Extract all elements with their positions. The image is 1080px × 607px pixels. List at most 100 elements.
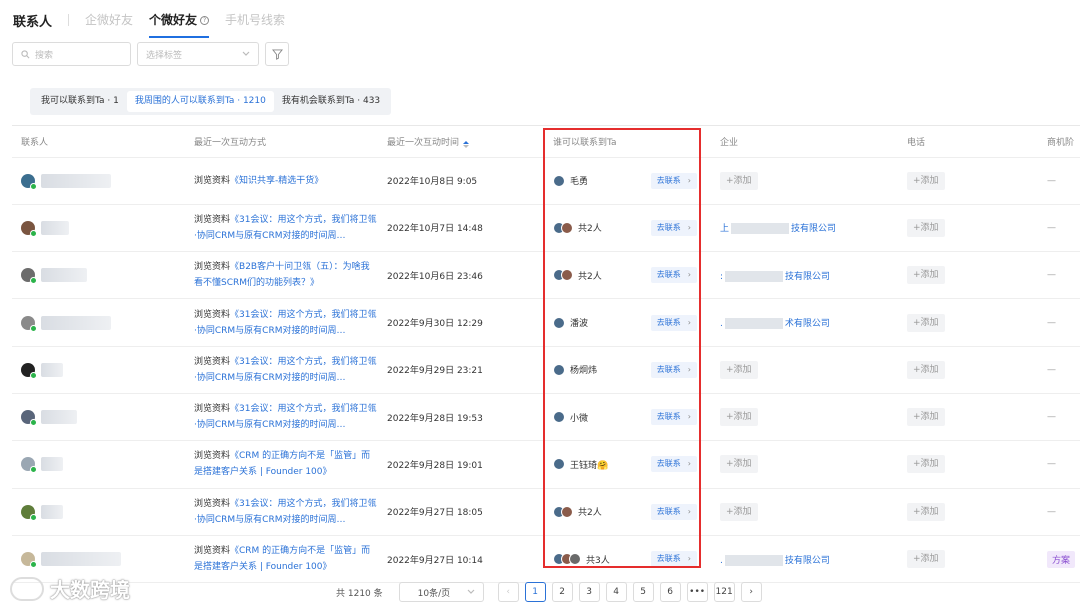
help-icon[interactable]: ? [200,16,210,25]
contact-action-button[interactable]: 去联系 [650,267,697,284]
add-company-button[interactable]: +添加 [720,171,758,190]
segment-around-me[interactable]: 我周围的人可以联系到Ta · 1210 [126,91,274,112]
table-row[interactable]: 浏览资料《31会议：用这个方式，我们将卫瓴·协同CRM与原有CRM对接的时间周…… [12,204,1080,253]
stage-empty: — [1047,364,1056,375]
page-size-select[interactable]: 10条/页 [398,582,484,602]
prev-page-button[interactable]: ‹ [497,582,519,602]
tab-wechat-friends[interactable]: 个微好友? [149,0,210,40]
chevron-down-icon [242,51,250,56]
search-input[interactable]: 搜索 [12,42,131,66]
page-ellipsis[interactable]: ••• [686,582,708,602]
contact-action-button[interactable]: 去联系 [650,314,697,331]
add-phone-button[interactable]: +添加 [907,408,945,427]
add-phone-button[interactable]: +添加 [907,313,945,332]
who-cell: 共2人 去联系 [544,204,711,253]
add-phone-button[interactable]: +添加 [907,502,945,521]
company-name[interactable]: 上 技有限公司 [720,223,836,235]
phone-cell: +添加 [898,535,1038,584]
sort-icon[interactable] [463,140,470,148]
page-size-label: 10条/页 [417,588,451,599]
contact-cell[interactable] [12,204,185,253]
table-row[interactable]: 浏览资料《31会议：用这个方式，我们将卫瓴·协同CRM与原有CRM对接的时间周…… [12,346,1080,394]
contact-cell[interactable] [12,488,185,536]
add-company-button[interactable]: +添加 [720,455,758,474]
contact-action-button[interactable]: 去联系 [650,456,697,473]
contact-action-button[interactable]: 去联系 [650,172,697,189]
time-cell: 2022年9月28日 19:53 [378,393,544,442]
company-cell: +添加 [711,440,898,489]
who-cell: 毛勇 去联系 [544,157,711,205]
company-cell: : 技有限公司 [711,251,898,300]
contact-cell[interactable] [12,440,185,489]
add-company-button[interactable]: +添加 [720,502,758,521]
add-phone-button[interactable]: +添加 [907,266,945,285]
filter-button[interactable] [265,42,289,66]
page-2[interactable]: 2 [551,582,573,602]
stage-empty: — [1047,412,1056,423]
interaction-prefix: 浏览资料 [194,214,231,225]
add-phone-button[interactable]: +添加 [907,360,945,379]
who-name: 共2人 [578,271,602,282]
col-time[interactable]: 最近一次互动时间 [378,126,544,158]
who-cell: 共3人 去联系 [544,535,711,584]
table-row[interactable]: 浏览资料《CRM 的正确方向不是「监管」而是搭建客户关系 | Founder 1… [12,440,1080,489]
next-page-button[interactable]: › [740,582,762,602]
who-name: 共2人 [578,224,602,235]
contact-action-button[interactable]: 去联系 [650,503,697,520]
avatar [21,552,37,569]
table-row[interactable]: 浏览资料《CRM 的正确方向不是「监管」而是搭建客户关系 | Founder 1… [12,535,1080,584]
company-prefix: 上 [720,224,730,235]
stage-cell: — [1038,157,1080,205]
phone-cell: +添加 [898,298,1038,347]
contact-action-button[interactable]: 去联系 [650,551,697,568]
contact-action-button[interactable]: 去联系 [650,361,697,378]
member-avatar [569,553,581,566]
company-name[interactable]: . 技有限公司 [720,554,830,566]
table-row[interactable]: 浏览资料《31会议：用这个方式，我们将卫瓴·协同CRM与原有CRM对接的时间周…… [12,393,1080,442]
add-company-button[interactable]: +添加 [720,408,758,427]
contact-cell[interactable] [12,393,185,442]
segment-chance[interactable]: 我有机会联系到Ta · 433 [274,91,388,112]
segment-me[interactable]: 我可以联系到Ta · 1 [33,91,127,112]
member-avatar [553,316,565,329]
avatar [21,268,37,285]
add-phone-button[interactable]: +添加 [907,550,945,569]
tab-wecom-friends[interactable]: 企微好友 [85,0,133,40]
contact-action-button[interactable]: 去联系 [650,219,697,236]
stage-cell: — [1038,298,1080,347]
col-interaction: 最近一次互动方式 [185,126,378,158]
table-row[interactable]: 浏览资料《知识共享-精选干货》浏览资料《知识共享-精选干货》 2022年10月8… [12,157,1080,205]
page-5[interactable]: 5 [632,582,654,602]
who-cell: 潘波 去联系 [544,298,711,347]
add-phone-button[interactable]: +添加 [907,218,945,237]
page-3[interactable]: 3 [578,582,600,602]
company-suffix: 技有限公司 [785,271,831,282]
tab-phone-leads[interactable]: 手机号线索 [225,0,285,40]
company-name[interactable]: : 技有限公司 [720,270,831,282]
add-company-button[interactable]: +添加 [720,360,758,379]
contact-cell[interactable] [12,346,185,394]
contact-action-button[interactable]: 去联系 [650,409,697,426]
filter-icon [271,48,283,60]
contact-cell[interactable] [12,251,185,300]
contact-name-blurred [41,268,87,283]
page-1[interactable]: 1 [524,582,546,602]
page-4[interactable]: 4 [605,582,627,602]
phone-cell: +添加 [898,440,1038,489]
page-121[interactable]: 121 [713,582,735,602]
table-row[interactable]: 浏览资料《31会议：用这个方式，我们将卫瓴·协同CRM与原有CRM对接的时间周…… [12,298,1080,347]
time-cell: 2022年10月8日 9:05 [378,157,544,205]
add-phone-button[interactable]: +添加 [907,171,945,190]
table-row[interactable]: 浏览资料《B2B客户十问卫瓴（五）：为啥我看不懂SCRM们的功能列表？》浏览资料… [12,251,1080,300]
time-cell: 2022年9月27日 10:14 [378,535,544,584]
who-name: 共3人 [586,555,610,566]
interaction-link[interactable]: 《知识共享-精选干货》 [230,176,323,186]
add-phone-button[interactable]: +添加 [907,455,945,474]
table-row[interactable]: 浏览资料《31会议：用这个方式，我们将卫瓴·协同CRM与原有CRM对接的时间周…… [12,488,1080,536]
tag-select[interactable]: 选择标签 [137,42,259,66]
contact-cell[interactable] [12,157,185,205]
avatar [21,220,37,237]
company-name[interactable]: . 术有限公司 [720,318,830,330]
contact-cell[interactable] [12,298,185,347]
page-6[interactable]: 6 [659,582,681,602]
